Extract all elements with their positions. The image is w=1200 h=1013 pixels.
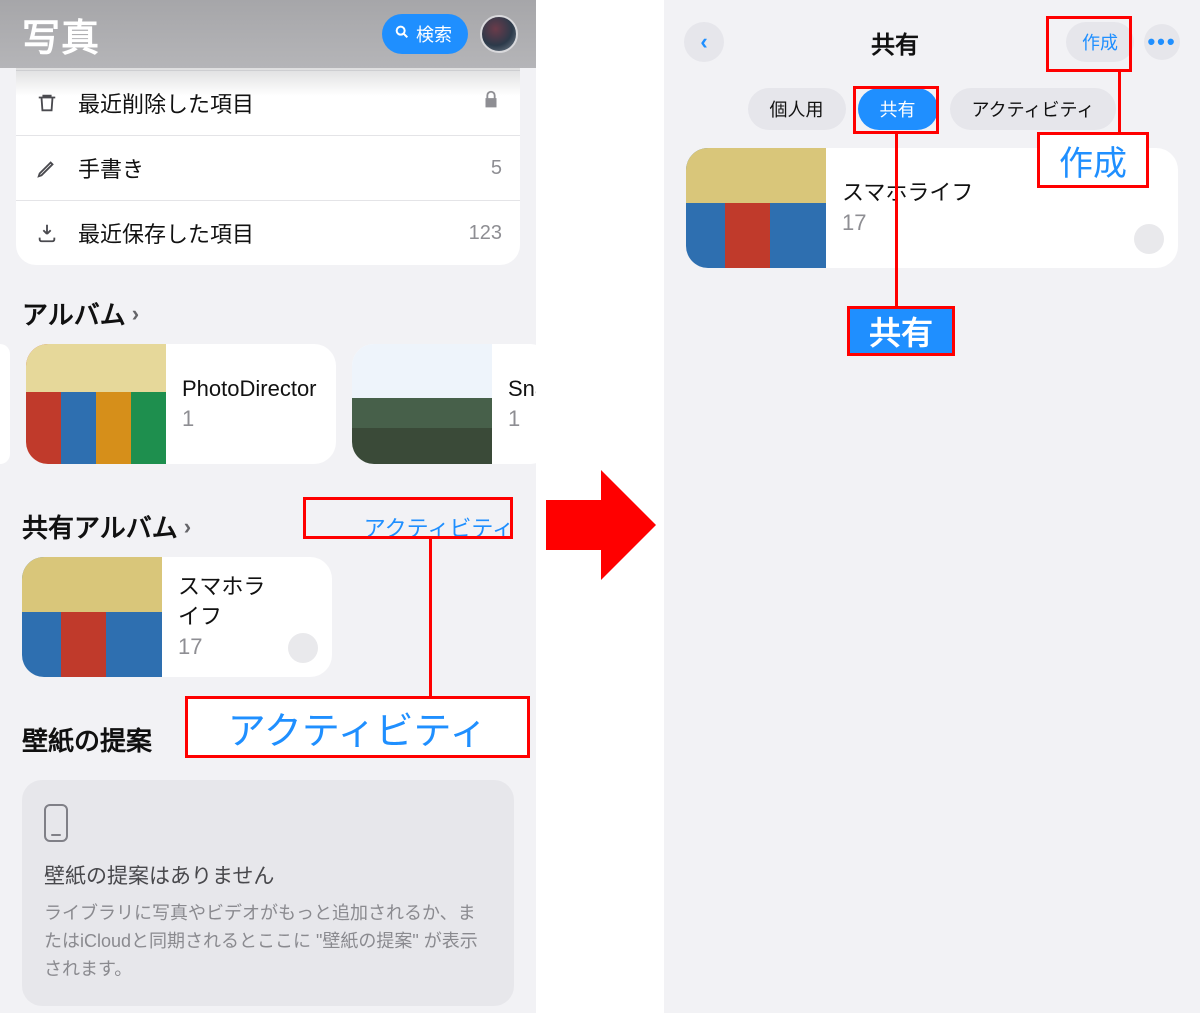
chevron-right-icon: › bbox=[184, 514, 191, 540]
participants-bubble bbox=[288, 633, 318, 663]
album-count: 17 bbox=[842, 210, 973, 236]
wallpaper-empty-body: ライブラリに写真やビデオがもっと追加されるか、またはiCloudと同期されるとこ… bbox=[44, 900, 492, 984]
album-card-photodirector[interactable]: PhotoDirector 1 bbox=[26, 344, 336, 464]
page-title: 写真 bbox=[22, 7, 100, 62]
list-row-label: 最近保存した項目 bbox=[78, 217, 254, 249]
album-thumbnail bbox=[686, 148, 826, 268]
album-count: 17 bbox=[178, 634, 265, 660]
wallpaper-empty-card: 壁紙の提案はありません ライブラリに写真やビデオがもっと追加されるか、またはiC… bbox=[22, 780, 514, 1006]
list-row-handwriting[interactable]: 手書き 5 bbox=[16, 135, 520, 200]
album-card-snap[interactable]: Snap 1 bbox=[352, 344, 536, 464]
red-arrow-icon bbox=[546, 470, 656, 580]
list-row-label: 手書き bbox=[78, 152, 144, 184]
segment-activity[interactable]: アクティビティ bbox=[950, 88, 1117, 130]
participants-bubble bbox=[1134, 224, 1164, 254]
chevron-left-icon: ‹ bbox=[700, 29, 707, 55]
album-name-line1: スマホラ bbox=[178, 574, 265, 600]
pencil-icon bbox=[34, 157, 60, 179]
annotation-label-activity: アクティビティ bbox=[185, 696, 530, 758]
profile-avatar[interactable] bbox=[480, 15, 518, 53]
annotation-line bbox=[1118, 72, 1121, 132]
album-name-line2: イフ bbox=[178, 604, 265, 630]
album-count: 1 bbox=[508, 406, 536, 432]
photos-topbar: 写真 検索 bbox=[0, 0, 536, 68]
section-title: アルバム bbox=[22, 295, 126, 332]
annotation-box-activity-link bbox=[303, 497, 513, 539]
album-thumbnail bbox=[352, 344, 492, 464]
section-title: 壁紙の提案 bbox=[22, 721, 152, 758]
search-button[interactable]: 検索 bbox=[382, 14, 468, 54]
album-name: Snap bbox=[508, 376, 536, 402]
phone-right: ‹ 共有 作成 ••• 個人用 共有 アクティビティ スマホライフ 17 作成 … bbox=[664, 0, 1200, 1013]
download-icon bbox=[34, 222, 60, 244]
back-button[interactable]: ‹ bbox=[684, 22, 724, 62]
trash-icon bbox=[34, 92, 60, 114]
section-title: 共有アルバム bbox=[22, 508, 178, 545]
wallpaper-empty-title: 壁紙の提案はありません bbox=[44, 860, 492, 890]
albums-scroll[interactable]: PhotoDirector 1 Snap 1 bbox=[0, 344, 536, 464]
ellipsis-icon: ••• bbox=[1147, 29, 1176, 55]
annotation-label-create: 作成 bbox=[1037, 132, 1149, 188]
more-button[interactable]: ••• bbox=[1144, 24, 1180, 60]
shared-album-card[interactable]: スマホラ イフ 17 bbox=[22, 557, 332, 677]
album-thumbnail bbox=[26, 344, 166, 464]
list-row-count: 5 bbox=[491, 157, 502, 180]
annotation-label-shared: 共有 bbox=[847, 306, 955, 356]
search-label: 検索 bbox=[416, 21, 452, 47]
shared-albums-scroll[interactable]: スマホラ イフ 17 bbox=[0, 557, 536, 677]
lock-icon bbox=[480, 89, 502, 117]
album-thumbnail bbox=[22, 557, 162, 677]
segment-personal[interactable]: 個人用 bbox=[748, 88, 846, 130]
phone-outline-icon bbox=[44, 804, 68, 842]
annotation-line bbox=[895, 134, 898, 306]
list-row-count: 123 bbox=[469, 222, 502, 245]
list-row-recently-saved[interactable]: 最近保存した項目 123 bbox=[16, 200, 520, 265]
section-head-albums[interactable]: アルバム › bbox=[0, 265, 536, 344]
list-row-recently-deleted[interactable]: 最近削除した項目 bbox=[16, 70, 520, 135]
album-name: スマホライフ bbox=[842, 180, 973, 206]
page-title: 共有 bbox=[871, 25, 919, 60]
album-name: PhotoDirector bbox=[182, 376, 317, 402]
annotation-box-create bbox=[1046, 16, 1132, 72]
search-icon bbox=[394, 24, 410, 45]
annotation-line bbox=[429, 539, 432, 696]
annotation-box-shared-segment bbox=[853, 86, 939, 134]
album-count: 1 bbox=[182, 406, 317, 432]
chevron-right-icon: › bbox=[132, 301, 139, 327]
list-row-label: 最近削除した項目 bbox=[78, 87, 254, 119]
phone-left: 表示 最近削除した項目 手書き 5 bbox=[0, 0, 536, 1013]
